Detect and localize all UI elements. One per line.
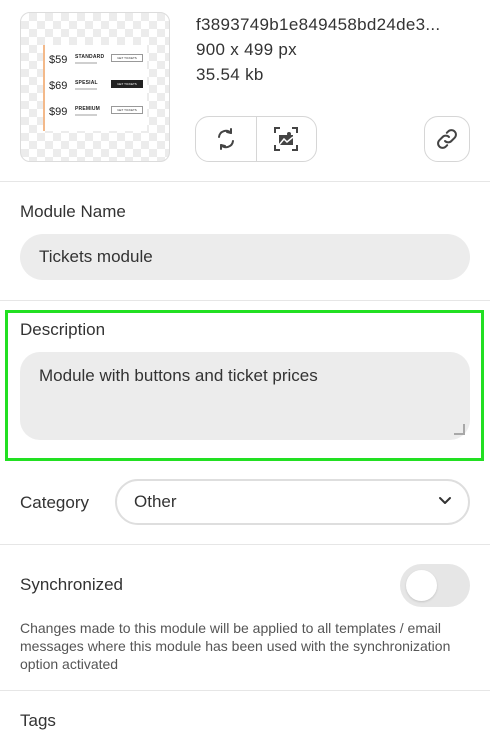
category-select[interactable]: Other: [115, 479, 470, 525]
module-name-label: Module Name: [20, 202, 126, 221]
tags-label: Tags: [20, 711, 56, 730]
section-divider: [0, 181, 490, 182]
tier-subtext: [75, 114, 97, 116]
tier-name: STANDARD: [75, 54, 105, 60]
section-divider: [0, 690, 490, 691]
thumbnail-preview-card: $59 STANDARD GET TICKETS $69 SPESIAL GET…: [43, 45, 147, 131]
tier-button: GET TICKETS: [111, 80, 143, 88]
module-thumbnail: $59 STANDARD GET TICKETS $69 SPESIAL GET…: [20, 12, 170, 162]
resize-handle-icon[interactable]: [452, 422, 466, 436]
thumbnail-tier: $99 PREMIUM GET TICKETS: [49, 103, 145, 123]
tier-price: $99: [49, 106, 68, 118]
crop-image-button[interactable]: [255, 117, 317, 161]
description-label: Description: [20, 320, 106, 339]
chevron-down-icon: [439, 497, 451, 504]
synchronized-label: Synchronized: [20, 575, 124, 594]
section-divider: [0, 544, 490, 545]
link-icon: [437, 129, 457, 149]
file-dimensions: 900 x 499 px: [196, 40, 297, 59]
tier-button: GET TICKETS: [111, 106, 143, 114]
toggle-knob: [406, 570, 437, 601]
replace-image-button[interactable]: [196, 117, 256, 161]
category-label: Category: [20, 493, 89, 512]
thumbnail-tier: $59 STANDARD GET TICKETS: [49, 51, 145, 71]
tier-price: $59: [49, 54, 68, 66]
file-name: f3893749b1e849458bd24de3...: [196, 15, 441, 34]
tier-button: GET TICKETS: [111, 54, 143, 62]
image-crop-icon: [274, 127, 299, 151]
tier-subtext: [75, 62, 97, 64]
tier-price: $69: [49, 80, 68, 92]
category-selected-value: Other: [134, 492, 177, 511]
section-divider: [0, 300, 490, 301]
thumbnail-tier: $69 SPESIAL GET TICKETS: [49, 77, 145, 97]
tier-name: PREMIUM: [75, 106, 101, 112]
swap-arrows-icon: [217, 128, 234, 150]
description-textarea[interactable]: Module with buttons and ticket prices: [20, 352, 470, 440]
copy-link-button[interactable]: [424, 116, 470, 162]
synchronized-help-text: Changes made to this module will be appl…: [20, 620, 451, 672]
tier-name: SPESIAL: [75, 80, 98, 86]
synchronized-toggle[interactable]: [400, 564, 470, 607]
image-actions-group: [195, 116, 317, 162]
description-text: Module with buttons and ticket prices: [39, 366, 318, 385]
file-info-section: $59 STANDARD GET TICKETS $69 SPESIAL GET…: [0, 0, 490, 182]
file-size: 35.54 kb: [196, 65, 264, 84]
tier-subtext: [75, 88, 97, 90]
module-name-input[interactable]: Tickets module: [20, 234, 470, 280]
